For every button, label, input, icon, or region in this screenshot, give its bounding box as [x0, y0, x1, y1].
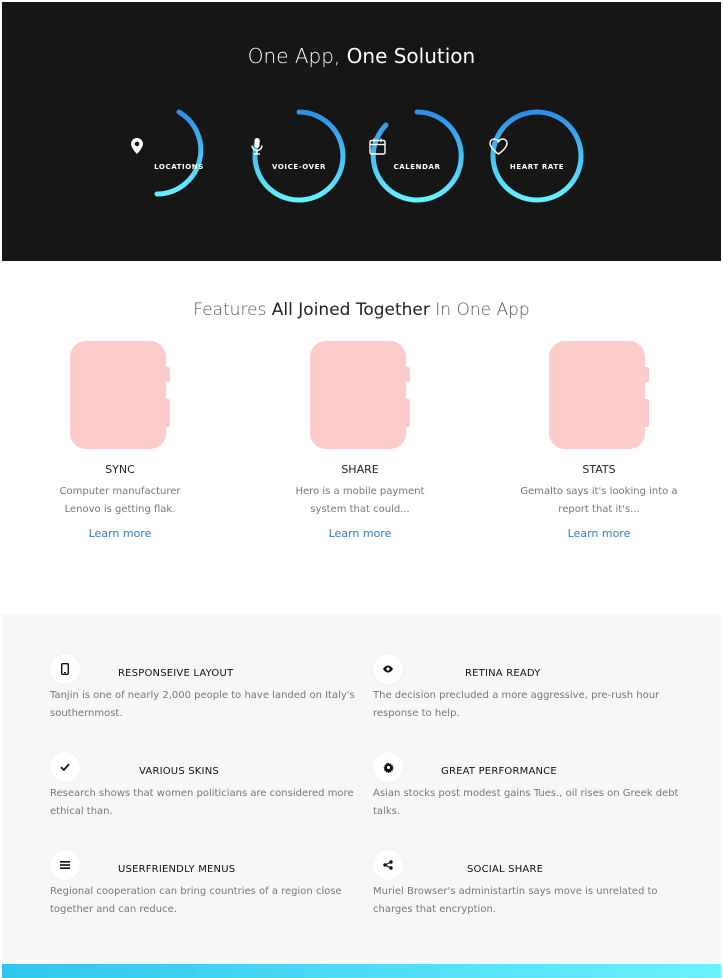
ring-arc — [490, 109, 584, 203]
item-title: VARIOUS SKINS — [139, 766, 219, 777]
feature-name: SYNC — [105, 463, 135, 476]
eye-icon — [373, 654, 403, 684]
ring-heart-rate[interactable]: HEART RATE — [489, 108, 585, 204]
learn-more-link[interactable]: Learn more — [514, 527, 684, 540]
list-item-performance: GREAT PERFORMANCE Asian stocks post mode… — [373, 752, 683, 832]
item-desc: Regional cooperation can bring countries… — [50, 886, 342, 915]
ring-label: CALENDAR — [393, 163, 441, 171]
menu-icon — [50, 850, 80, 880]
list-item-skins: VARIOUS SKINS Research shows that women … — [50, 752, 360, 832]
mobile-icon — [50, 654, 80, 684]
features-title: Features All Joined Together In One App — [0, 300, 723, 320]
list-item-menus: USERFRIENDLY MENUS Regional cooperation … — [50, 850, 360, 930]
item-title: GREAT PERFORMANCE — [441, 766, 557, 777]
calendar-icon — [369, 138, 465, 156]
footer-gradient-bar — [2, 964, 721, 978]
benefits-section: RESPONSEIVE LAYOUT Tanjin is one of near… — [2, 614, 721, 964]
features-section: Features All Joined Together In One App … — [0, 262, 723, 614]
hero-title: One App, One Solution — [2, 44, 721, 68]
features-title-part3: In One App — [435, 300, 530, 320]
item-title: RETINA READY — [465, 668, 541, 679]
list-item-retina: RETINA READY The decision precluded a mo… — [373, 654, 683, 734]
list-item-social: SOCIAL SHARE Muriel Browser's administar… — [373, 850, 683, 930]
item-title: USERFRIENDLY MENUS — [118, 864, 236, 875]
map-pin-icon — [131, 138, 227, 156]
watch-image — [549, 341, 649, 449]
hero-title-strong: One Solution — [346, 44, 476, 68]
item-desc: Research shows that women politicians ar… — [50, 788, 354, 817]
hero-title-light: One App, — [247, 44, 341, 68]
list-item-responsive: RESPONSEIVE LAYOUT Tanjin is one of near… — [50, 654, 360, 734]
watch-image — [310, 341, 410, 449]
ring-arc — [154, 109, 204, 197]
heart-icon — [489, 138, 585, 156]
watch-image — [70, 341, 170, 449]
ring-locations[interactable]: LOCATIONS — [131, 108, 227, 204]
microphone-icon — [251, 138, 347, 156]
item-desc: Asian stocks post modest gains Tues., oi… — [373, 788, 679, 817]
feature-desc: Computer manufacturer Lenovo is getting … — [59, 486, 181, 515]
features-title-part2: All Joined Together — [271, 300, 430, 320]
ring-arc — [252, 109, 346, 203]
ring-voice-over[interactable]: VOICE-OVER — [251, 108, 347, 204]
item-desc: Muriel Browser's administartin says move… — [373, 886, 658, 915]
feature-name: SHARE — [341, 463, 379, 476]
share-icon — [373, 850, 403, 880]
feature-name: STATS — [582, 463, 616, 476]
item-title: SOCIAL SHARE — [467, 864, 544, 875]
ring-arc — [370, 109, 464, 203]
features-title-part1: Features — [193, 300, 267, 320]
learn-more-link[interactable]: Learn more — [35, 527, 205, 540]
ring-label: VOICE-OVER — [271, 163, 327, 171]
item-desc: Tanjin is one of nearly 2,000 people to … — [50, 690, 355, 719]
feature-desc: Hero is a mobile payment system that cou… — [295, 486, 425, 515]
item-title: RESPONSEIVE LAYOUT — [118, 668, 234, 679]
ring-label: HEART RATE — [509, 163, 565, 171]
gear-icon — [373, 752, 403, 782]
learn-more-link[interactable]: Learn more — [275, 527, 445, 540]
ring-label: LOCATIONS — [154, 163, 204, 171]
hero-section: One App, One Solution LOCATIONS VOICE-OV… — [2, 2, 721, 261]
feature-desc: Gemalto says it's looking into a report … — [520, 486, 678, 515]
item-desc: The decision precluded a more aggressive… — [373, 690, 660, 719]
ring-calendar[interactable]: CALENDAR — [369, 108, 465, 204]
check-icon — [50, 752, 80, 782]
